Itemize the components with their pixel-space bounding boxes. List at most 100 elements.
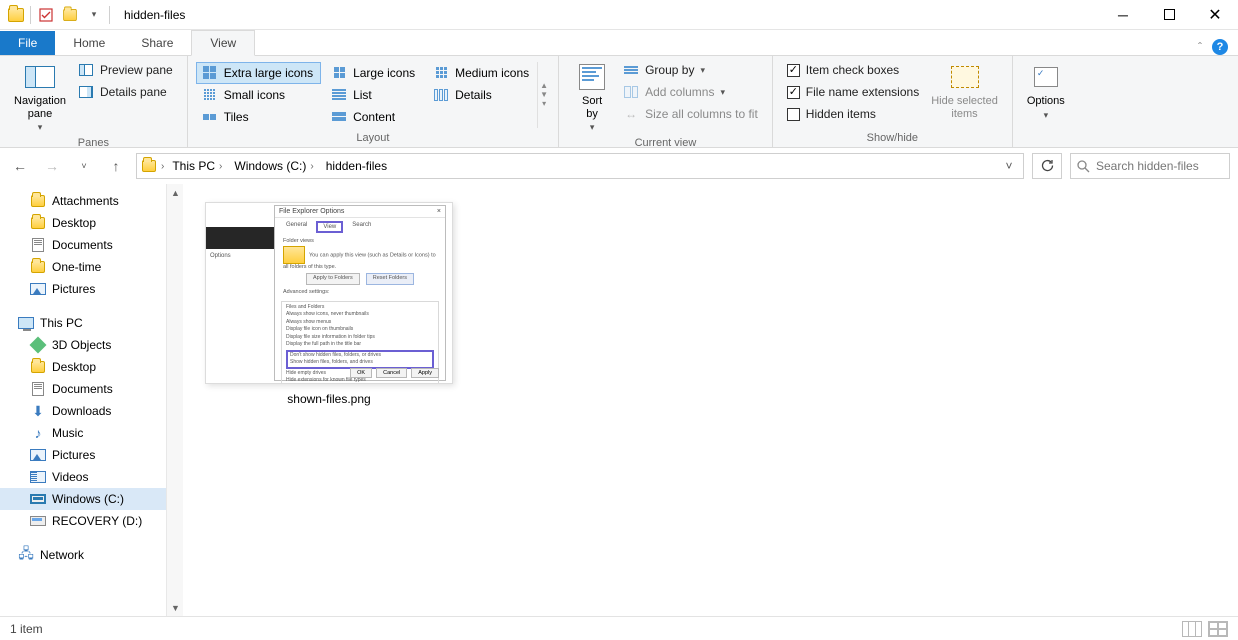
layout-content[interactable]: Content [325,106,423,128]
file-thumbnail: Options File Explorer Options× GeneralVi… [205,202,453,384]
ribbon-group-panes: Navigation pane ▾ Preview pane Details p… [0,56,188,147]
group-by-button[interactable]: Group by▾ [617,59,764,81]
checkbox-checked-icon [787,86,800,99]
layout-small-icons[interactable]: Small icons [196,84,321,106]
tree-item[interactable]: Desktop [0,212,166,234]
separator [30,6,31,24]
folder-icon [30,193,46,209]
checkbox-checked-icon [787,64,800,77]
options-button[interactable]: Options ▾ [1021,59,1071,130]
qat-customize-dropdown[interactable]: ▾ [83,4,105,26]
refresh-button[interactable] [1032,153,1062,179]
layout-details[interactable]: Details [427,84,537,106]
minimize-button[interactable]: ─ [1100,0,1146,30]
chevron-down-icon: ▾ [590,122,595,133]
nav-back-button[interactable]: ← [8,154,32,178]
address-bar[interactable]: › This PC› Windows (C:)› hidden-files ˅ [136,153,1024,179]
tree-item[interactable]: Videos [0,466,166,488]
layout-scroll-down[interactable]: ▼ [540,90,548,99]
dl-icon: ⬇ [30,403,46,419]
tree-item[interactable]: Pictures [0,278,166,300]
tree-item[interactable]: Desktop [0,356,166,378]
qat-new-folder[interactable] [59,4,81,26]
tree-item[interactable]: RECOVERY (D:) [0,510,166,532]
tree-item[interactable]: ♪Music [0,422,166,444]
ribbon-group-showhide: Item check boxes File name extensions Hi… [773,56,1013,147]
view-details-button[interactable] [1182,621,1202,637]
tree-item[interactable]: One-time [0,256,166,278]
search-input[interactable]: Search hidden-files [1070,153,1230,179]
mus-icon: ♪ [30,425,46,441]
doc-icon [30,381,46,397]
ribbon-group-options: Options ▾ [1013,56,1079,147]
checkbox-unchecked-icon [787,108,800,121]
maximize-button[interactable] [1146,0,1192,30]
nav-forward-button[interactable]: → [40,154,64,178]
tab-view[interactable]: View [191,30,255,56]
tree-thispc[interactable]: This PC [0,312,166,334]
layout-extra-large-icons[interactable]: Extra large icons [196,62,321,84]
breadcrumb-drive[interactable]: Windows (C:)› [230,159,317,173]
tree-item[interactable]: Documents [0,378,166,400]
tree-item[interactable]: Attachments [0,190,166,212]
search-icon [1077,160,1090,173]
drive-icon [30,513,46,529]
ribbon-group-layout: Extra large icons Large icons Medium ico… [188,56,559,147]
tab-share[interactable]: Share [123,31,191,55]
filename-ext-toggle[interactable]: File name extensions [781,81,925,103]
tree-item[interactable]: Windows (C:) [0,488,166,510]
app-icon [6,5,26,25]
layout-scroll-up[interactable]: ▲ [540,81,548,90]
folder-icon [30,259,46,275]
close-button[interactable]: ✕ [1192,0,1238,30]
pic-icon [30,281,46,297]
details-pane-button[interactable]: Details pane [72,81,179,103]
address-dropdown[interactable]: ˅ [999,159,1019,173]
file-tile[interactable]: Options File Explorer Options× GeneralVi… [205,202,453,406]
add-columns-button[interactable]: Add columns▾ [617,81,764,103]
navigation-tree: AttachmentsDesktopDocumentsOne-timePictu… [0,184,166,616]
layout-more[interactable]: ▾ [540,99,548,108]
tab-file[interactable]: File [0,31,55,55]
navigation-pane-button[interactable]: Navigation pane ▾ [8,59,72,135]
preview-pane-button[interactable]: Preview pane [72,59,179,81]
window-title: hidden-files [124,8,185,22]
layout-list[interactable]: List [325,84,423,106]
item-checkboxes-toggle[interactable]: Item check boxes [781,59,925,81]
scroll-up-icon[interactable]: ▲ [167,184,184,201]
nav-recent-dropdown[interactable]: ˅ [72,154,96,178]
status-bar: 1 item [0,616,1238,640]
tree-item[interactable]: ⬇Downloads [0,400,166,422]
size-columns-button[interactable]: ↔Size all columns to fit [617,103,764,125]
pic-icon [30,447,46,463]
qat-properties[interactable] [35,4,57,26]
breadcrumb-folder[interactable]: hidden-files [322,159,391,173]
tree-item[interactable]: 3D Objects [0,334,166,356]
tree-scrollbar[interactable]: ▲ ▼ [166,184,183,616]
tree-item[interactable]: Pictures [0,444,166,466]
chevron-down-icon: ▾ [1044,110,1049,121]
folder-icon [141,158,157,174]
doc-icon [30,237,46,253]
help-button[interactable]: ? [1212,39,1228,55]
view-large-button[interactable] [1208,621,1228,637]
hidden-items-toggle[interactable]: Hidden items [781,103,925,125]
ribbon-group-currentview: Sort by ▾ Group by▾ Add columns▾ ↔Size a… [559,56,773,147]
breadcrumb-thispc[interactable]: This PC› [168,159,226,173]
obj-icon [30,337,46,353]
layout-large-icons[interactable]: Large icons [325,62,423,84]
scroll-down-icon[interactable]: ▼ [167,599,184,616]
status-count: 1 item [10,622,43,636]
layout-tiles[interactable]: Tiles [196,106,321,128]
ribbon-collapse-button[interactable]: ˆ [1198,40,1202,54]
drivewin-icon [30,491,46,507]
tree-item[interactable]: Documents [0,234,166,256]
content-pane[interactable]: Options File Explorer Options× GeneralVi… [183,184,1238,616]
hide-selected-button[interactable]: Hide selected items [925,59,1004,130]
sort-by-button[interactable]: Sort by ▾ [567,59,617,135]
nav-up-button[interactable]: ↑ [104,154,128,178]
layout-medium-icons[interactable]: Medium icons [427,62,537,84]
tree-network[interactable]: 🖧Network [0,544,166,566]
tab-home[interactable]: Home [55,31,123,55]
network-icon: 🖧 [18,547,34,563]
